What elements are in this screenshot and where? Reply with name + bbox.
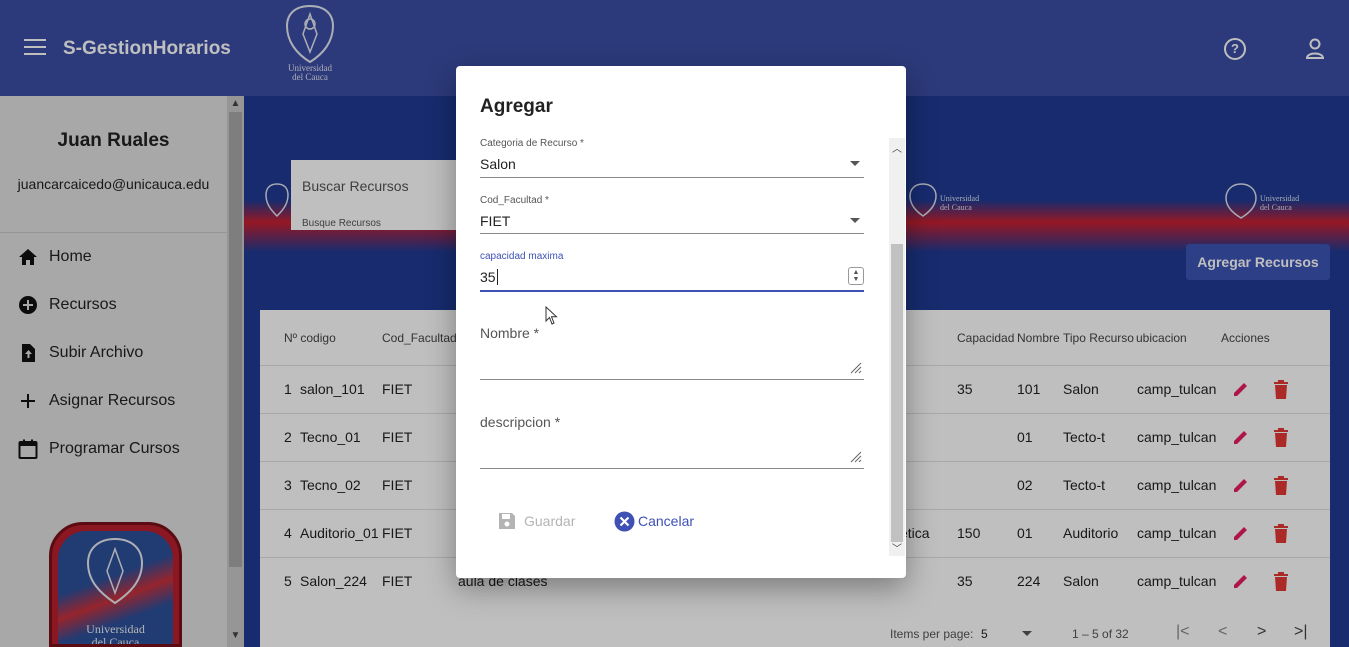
save-icon — [499, 513, 515, 529]
dialog-scroll-thumb[interactable] — [891, 244, 903, 542]
field-label: capacidad maxima — [480, 251, 564, 262]
facultad-select[interactable]: Cod_Facultad * FIET — [480, 195, 864, 235]
nombre-textarea[interactable]: Nombre * — [480, 325, 864, 381]
capacidad-input[interactable]: capacidad maxima 35 ▲ ▼ — [480, 251, 864, 293]
chevron-down-icon — [850, 218, 860, 223]
field-label: Nombre * — [480, 325, 540, 341]
categoria-select[interactable]: Categoria de Recurso * Salon — [480, 138, 864, 178]
scroll-down-icon[interactable]: ﹀ — [891, 540, 903, 555]
mouse-cursor-icon — [545, 306, 558, 325]
field-underline — [480, 290, 864, 292]
chevron-down-icon — [850, 161, 860, 166]
field-value: FIET — [480, 213, 511, 229]
cancel-icon — [614, 511, 635, 532]
field-underline — [480, 379, 864, 380]
number-stepper-icon[interactable]: ▲ ▼ — [848, 267, 864, 285]
field-underline — [480, 233, 864, 234]
field-underline — [480, 468, 864, 469]
field-underline — [480, 177, 864, 178]
resize-grip-icon[interactable] — [850, 362, 862, 374]
descripcion-textarea[interactable]: descripcion * — [480, 414, 864, 470]
field-label: descripcion * — [480, 414, 561, 430]
save-button-label: Guardar — [524, 513, 576, 529]
resize-grip-icon[interactable] — [850, 451, 862, 463]
field-label: Cod_Facultad * — [480, 195, 549, 206]
field-value: Salon — [480, 156, 516, 172]
dialog-title: Agregar — [480, 96, 553, 117]
add-resource-dialog: Agregar Categoria de Recurso * Salon Cod… — [456, 66, 906, 578]
text-caret — [497, 269, 498, 285]
scroll-up-icon[interactable]: ︿ — [891, 140, 903, 155]
cancel-button-label: Cancelar — [638, 513, 695, 529]
field-value: 35 — [480, 269, 496, 285]
field-label: Categoria de Recurso * — [480, 138, 584, 149]
